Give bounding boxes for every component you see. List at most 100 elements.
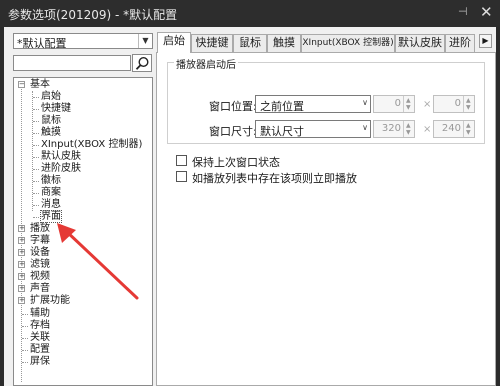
window-y-value: 0 <box>454 98 461 109</box>
title-bar: 参数选项(201209) - *默认配置 ⊣ ✕ <box>0 0 500 27</box>
chevron-down-icon: ∨ <box>362 123 368 132</box>
tree-node-video[interactable]: 视频 <box>30 271 50 283</box>
tab-mouse[interactable]: 鼠标 <box>233 34 267 52</box>
up-icon[interactable]: ▲ <box>466 97 471 104</box>
tab-scroll-right-icon[interactable]: ▶ <box>479 34 492 48</box>
tree-node-basic[interactable]: 基本 <box>30 79 50 91</box>
down-icon[interactable]: ▼ <box>406 104 411 111</box>
tree-connector <box>33 205 39 206</box>
search-icon <box>135 56 149 70</box>
tree-node-archive[interactable]: 存档 <box>30 320 50 332</box>
up-icon[interactable]: ▲ <box>466 122 471 129</box>
window-position-value: 之前位置 <box>260 100 304 113</box>
down-icon[interactable]: ▼ <box>406 129 411 136</box>
tree-node-case[interactable]: 商案 <box>41 187 61 199</box>
tree-node-xinput[interactable]: XInput(XBOX 控制器) <box>41 139 142 151</box>
expand-icon[interactable]: + <box>18 237 25 244</box>
stepper-buttons: ▲ ▼ <box>403 121 414 137</box>
up-icon[interactable]: ▲ <box>406 97 411 104</box>
tree-connector <box>22 326 28 327</box>
stepper-buttons: ▲ ▼ <box>463 96 474 112</box>
keep-window-state-label: 保持上次窗口状态 <box>192 156 280 169</box>
tree-node-audio[interactable]: 声音 <box>30 283 50 295</box>
tree-node-messages[interactable]: 消息 <box>41 199 61 211</box>
tree-connector <box>22 362 28 363</box>
tree-node-filters[interactable]: 滤镜 <box>30 259 50 271</box>
tree-connector <box>22 338 28 339</box>
window-y-stepper[interactable]: 0 ▲ ▼ <box>433 95 475 113</box>
tree-connector <box>33 157 39 158</box>
tree-node-interface[interactable]: 界面 <box>40 210 62 223</box>
tree-connector <box>33 109 39 110</box>
window-x-value: 0 <box>394 98 401 109</box>
tab-advanced[interactable]: 进阶 <box>445 34 475 52</box>
window-position-dropdown[interactable]: 之前位置 ∨ <box>255 95 371 113</box>
window-size-label: 窗口尺寸: <box>209 125 257 138</box>
tree-connector <box>33 145 39 146</box>
expand-icon[interactable]: + <box>18 297 25 304</box>
collapse-icon[interactable]: − <box>18 81 25 88</box>
tree-node-touch[interactable]: 触摸 <box>41 127 61 139</box>
tree-node-devices[interactable]: 设备 <box>30 247 50 259</box>
tab-touch[interactable]: 触摸 <box>267 34 301 52</box>
tree-node-association[interactable]: 关联 <box>30 332 50 344</box>
window-width-stepper[interactable]: 320 ▲ ▼ <box>373 120 415 138</box>
tab-xinput[interactable]: XInput(XBOX 控制器) <box>301 34 395 52</box>
times-sign: × <box>423 99 432 110</box>
tree-node-mouse[interactable]: 鼠标 <box>41 115 61 127</box>
profile-dropdown[interactable]: *默认配置 ▼ <box>13 33 153 50</box>
startup-group-title: 播放器启动后 <box>174 56 238 71</box>
tree-node-extensions[interactable]: 扩展功能 <box>30 295 70 307</box>
window-height-stepper[interactable]: 240 ▲ ▼ <box>433 120 475 138</box>
window-height-value: 240 <box>441 123 461 134</box>
up-icon[interactable]: ▲ <box>406 122 411 129</box>
tab-hotkeys[interactable]: 快捷键 <box>191 34 233 52</box>
down-icon[interactable]: ▼ <box>466 104 471 111</box>
search-button[interactable] <box>132 54 152 72</box>
tree-node-screensaver[interactable]: 屏保 <box>30 356 50 368</box>
tree-connector <box>33 181 39 182</box>
close-icon[interactable]: ✕ <box>480 3 494 21</box>
window-title: 参数选项(201209) - *默认配置 <box>8 8 178 22</box>
tree-node-default-skin[interactable]: 默认皮肤 <box>41 151 81 163</box>
tree-node-hotkeys[interactable]: 快捷键 <box>41 103 71 115</box>
tree-node-config[interactable]: 配置 <box>30 344 50 356</box>
tree-node-advanced-skin[interactable]: 进阶皮肤 <box>41 163 81 175</box>
expand-icon[interactable]: + <box>18 225 25 232</box>
pin-icon[interactable]: ⊣ <box>458 5 472 21</box>
tree-node-logo[interactable]: 徽标 <box>41 175 61 187</box>
tab-default-skin[interactable]: 默认皮肤 <box>395 34 445 52</box>
tree-connector <box>22 350 28 351</box>
down-icon[interactable]: ▼ <box>466 129 471 136</box>
checkbox-box[interactable] <box>176 171 187 182</box>
tree-connector <box>33 169 39 170</box>
settings-tree[interactable]: − 基本 启始 快捷键 鼠标 触摸 XInput(XBOX 控制器) 默认皮肤 … <box>13 77 153 386</box>
chevron-down-icon: ▼ <box>138 34 152 48</box>
window-width-value: 320 <box>381 123 401 134</box>
expand-icon[interactable]: + <box>18 249 25 256</box>
tree-connector <box>33 193 39 194</box>
window-size-dropdown[interactable]: 默认尺寸 ∨ <box>255 120 371 138</box>
tree-node-subtitles[interactable]: 字幕 <box>30 235 50 247</box>
tree-node-playback[interactable]: 播放 <box>30 223 50 235</box>
expand-icon[interactable]: + <box>18 261 25 268</box>
expand-icon[interactable]: + <box>18 273 25 280</box>
tab-strip: 启始 快捷键 鼠标 触摸 XInput(XBOX 控制器) 默认皮肤 进阶 <box>157 32 496 53</box>
tree-connector <box>33 121 39 122</box>
profile-dropdown-value: *默认配置 <box>17 37 67 50</box>
tab-start[interactable]: 启始 <box>157 32 191 53</box>
tree-node-start[interactable]: 启始 <box>41 91 61 103</box>
window-x-stepper[interactable]: 0 ▲ ▼ <box>373 95 415 113</box>
times-sign: × <box>423 124 432 135</box>
dialog-body: *默认配置 ▼ − 基本 启始 快捷键 鼠标 触摸 XInput(XBOX 控制… <box>4 27 496 386</box>
tree-node-aux[interactable]: 辅助 <box>30 308 50 320</box>
tab-panel-start: 播放器启动后 窗口位置: 之前位置 ∨ 0 ▲ ▼ × 0 ▲ ▼ 窗口尺寸: 默认… <box>156 52 496 386</box>
tree-connector <box>33 217 39 218</box>
search-input[interactable] <box>13 55 131 71</box>
play-if-in-playlist-label: 如播放列表中存在该项则立即播放 <box>192 172 357 185</box>
checkbox-box[interactable] <box>176 155 187 166</box>
expand-icon[interactable]: + <box>18 285 25 292</box>
tree-connector <box>33 133 39 134</box>
window-size-value: 默认尺寸 <box>260 125 304 138</box>
stepper-buttons: ▲ ▼ <box>403 96 414 112</box>
